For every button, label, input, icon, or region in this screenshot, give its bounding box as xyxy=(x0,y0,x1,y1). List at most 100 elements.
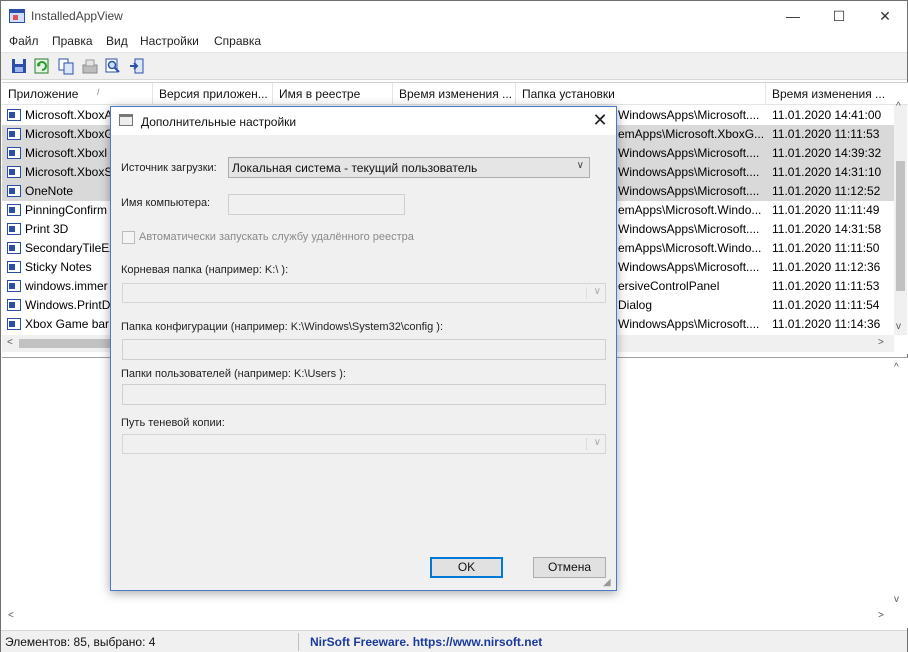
app-entry-icon xyxy=(7,185,21,197)
app-entry-icon xyxy=(7,204,21,216)
computer-name-field[interactable] xyxy=(228,194,405,215)
app-entry-icon xyxy=(7,166,21,178)
app-icon xyxy=(9,9,25,23)
column-header-app[interactable]: Приложение / xyxy=(2,83,153,105)
dialog-title-bar: Дополнительные настройки ✕ xyxy=(111,107,616,135)
column-header-install-folder[interactable]: Папка установки xyxy=(516,83,766,105)
refresh-icon[interactable] xyxy=(33,57,51,75)
window-title: InstalledAppView xyxy=(31,9,123,23)
cell-folder-modified-time: 11.01.2020 14:31:58 xyxy=(772,222,882,236)
auto-start-remote-registry-label: Автоматически запускать службу удалённог… xyxy=(139,231,414,243)
menu-edit[interactable]: Правка xyxy=(52,34,93,48)
source-label: Источник загрузки: xyxy=(121,162,217,174)
sort-indicator-icon: / xyxy=(97,87,100,97)
shadow-copy-chevron-icon: ∨ xyxy=(593,437,601,448)
computer-name-label: Имя компьютера: xyxy=(121,197,211,209)
maximize-button[interactable]: ☐ xyxy=(816,1,862,31)
app-entry-icon xyxy=(7,128,21,140)
menu-view[interactable]: Вид xyxy=(106,34,128,48)
status-item-count: Элементов: 85, выбрано: 4 xyxy=(5,635,156,649)
app-entry-icon xyxy=(7,299,21,311)
save-icon[interactable] xyxy=(10,57,28,75)
app-entry-icon xyxy=(7,280,21,292)
menu-bar: Файл Правка Вид Настройки Справка xyxy=(1,31,907,51)
config-folder-label: Папка конфигурации (например: K:\Windows… xyxy=(121,321,444,333)
column-header-version[interactable]: Версия приложен... xyxy=(153,83,273,105)
list-header: Приложение / Версия приложен... Имя в рее… xyxy=(2,83,908,105)
shadow-copy-label: Путь теневой копии: xyxy=(121,417,225,429)
cell-folder-modified-time: 11.01.2020 11:11:50 xyxy=(772,241,880,255)
cell-install-folder: WindowsApps\Microsoft.... xyxy=(618,184,760,198)
scroll-down-icon[interactable]: v xyxy=(896,321,901,332)
details-scroll-down-icon[interactable]: v xyxy=(894,594,899,605)
status-divider xyxy=(298,633,299,651)
app-entry-icon xyxy=(7,261,21,273)
shadow-copy-combo[interactable]: ∨ xyxy=(122,434,606,454)
find-icon[interactable] xyxy=(104,57,122,75)
column-header-registry-name[interactable]: Имя в реестре xyxy=(273,83,393,105)
close-button[interactable]: ✕ xyxy=(862,1,908,31)
title-bar: InstalledAppView — ☐ ✕ xyxy=(1,1,907,31)
list-horizontal-scroll-thumb[interactable] xyxy=(19,339,114,348)
app-entry-icon xyxy=(7,223,21,235)
column-header-modified-time[interactable]: Время изменения ... xyxy=(393,83,516,105)
resize-grip-icon[interactable]: ◢ xyxy=(603,577,611,588)
cancel-button[interactable]: Отмена xyxy=(533,557,606,578)
app-entry-icon xyxy=(7,109,21,121)
cell-install-folder: emApps\Microsoft.Windo... xyxy=(618,203,762,217)
menu-settings[interactable]: Настройки xyxy=(140,34,199,48)
users-folder-field[interactable] xyxy=(122,384,606,405)
root-folder-combo-divider xyxy=(586,287,587,299)
dialog-title: Дополнительные настройки xyxy=(141,115,297,129)
cell-install-folder: emApps\Microsoft.XboxG... xyxy=(618,127,765,141)
auto-start-remote-registry-checkbox[interactable] xyxy=(122,231,135,244)
list-vertical-scrollbar[interactable]: ^ v xyxy=(894,101,907,335)
cell-install-folder: ersiveControlPanel xyxy=(618,279,720,293)
toolbar xyxy=(1,52,907,80)
cell-folder-modified-time: 11.01.2020 11:11:53 xyxy=(772,127,880,141)
source-select-chevron-icon: ∨ xyxy=(576,160,584,171)
cell-folder-modified-time: 11.01.2020 14:39:32 xyxy=(772,146,882,160)
root-folder-label: Корневая папка (например: K:\ ): xyxy=(121,264,289,276)
list-vertical-scroll-thumb[interactable] xyxy=(896,161,905,291)
details-scroll-right-icon[interactable]: > xyxy=(878,610,884,621)
status-bar: Элементов: 85, выбрано: 4 NirSoft Freewa… xyxy=(1,630,907,652)
app-entry-icon xyxy=(7,147,21,159)
properties-icon[interactable] xyxy=(81,57,99,75)
cell-folder-modified-time: 11.01.2020 11:11:53 xyxy=(772,279,880,293)
app-entry-icon xyxy=(7,242,21,254)
scroll-left-icon[interactable]: < xyxy=(7,337,13,348)
cell-folder-modified-time: 11.01.2020 14:31:10 xyxy=(772,165,882,179)
column-header-folder-modified-time[interactable]: Время изменения ... xyxy=(766,83,896,105)
cell-folder-modified-time: 11.01.2020 11:12:36 xyxy=(772,260,881,274)
root-folder-combo[interactable]: ∨ xyxy=(122,283,606,303)
menu-file[interactable]: Файл xyxy=(9,34,39,48)
minimize-button[interactable]: — xyxy=(770,1,816,31)
column-header-app-label: Приложение xyxy=(8,87,79,101)
cell-install-folder: WindowsApps\Microsoft.... xyxy=(618,108,760,122)
cell-folder-modified-time: 11.01.2020 11:11:49 xyxy=(772,203,880,217)
dialog-window-icon xyxy=(119,114,133,126)
app-entry-icon xyxy=(7,318,21,330)
menu-help[interactable]: Справка xyxy=(214,34,261,48)
config-folder-field[interactable] xyxy=(122,339,606,360)
source-select[interactable]: Локальная система - текущий пользователь… xyxy=(228,157,590,178)
scroll-up-icon[interactable]: ^ xyxy=(896,101,901,112)
ok-button[interactable]: OK xyxy=(430,557,503,578)
cell-install-folder: WindowsApps\Microsoft.... xyxy=(618,165,760,179)
cell-install-folder: WindowsApps\Microsoft.... xyxy=(618,146,760,160)
root-folder-chevron-icon: ∨ xyxy=(593,286,601,297)
details-scroll-up-icon[interactable]: ^ xyxy=(894,362,899,373)
copy-icon[interactable] xyxy=(57,57,75,75)
cell-folder-modified-time: 11.01.2020 11:12:52 xyxy=(772,184,881,198)
nirsoft-link[interactable]: NirSoft Freeware. https://www.nirsoft.ne… xyxy=(310,635,542,649)
advanced-options-dialog: Дополнительные настройки ✕ Источник загр… xyxy=(110,106,617,591)
details-scroll-left-icon[interactable]: < xyxy=(8,610,14,621)
dialog-close-button[interactable]: ✕ xyxy=(585,107,615,135)
scroll-right-icon[interactable]: > xyxy=(878,337,884,348)
exit-icon[interactable] xyxy=(128,57,146,75)
cell-install-folder: Dialog xyxy=(618,298,653,312)
cell-install-folder: WindowsApps\Microsoft.... xyxy=(618,260,760,274)
cell-folder-modified-time: 11.01.2020 11:11:54 xyxy=(772,298,880,312)
source-select-value: Локальная система - текущий пользователь xyxy=(232,161,478,175)
